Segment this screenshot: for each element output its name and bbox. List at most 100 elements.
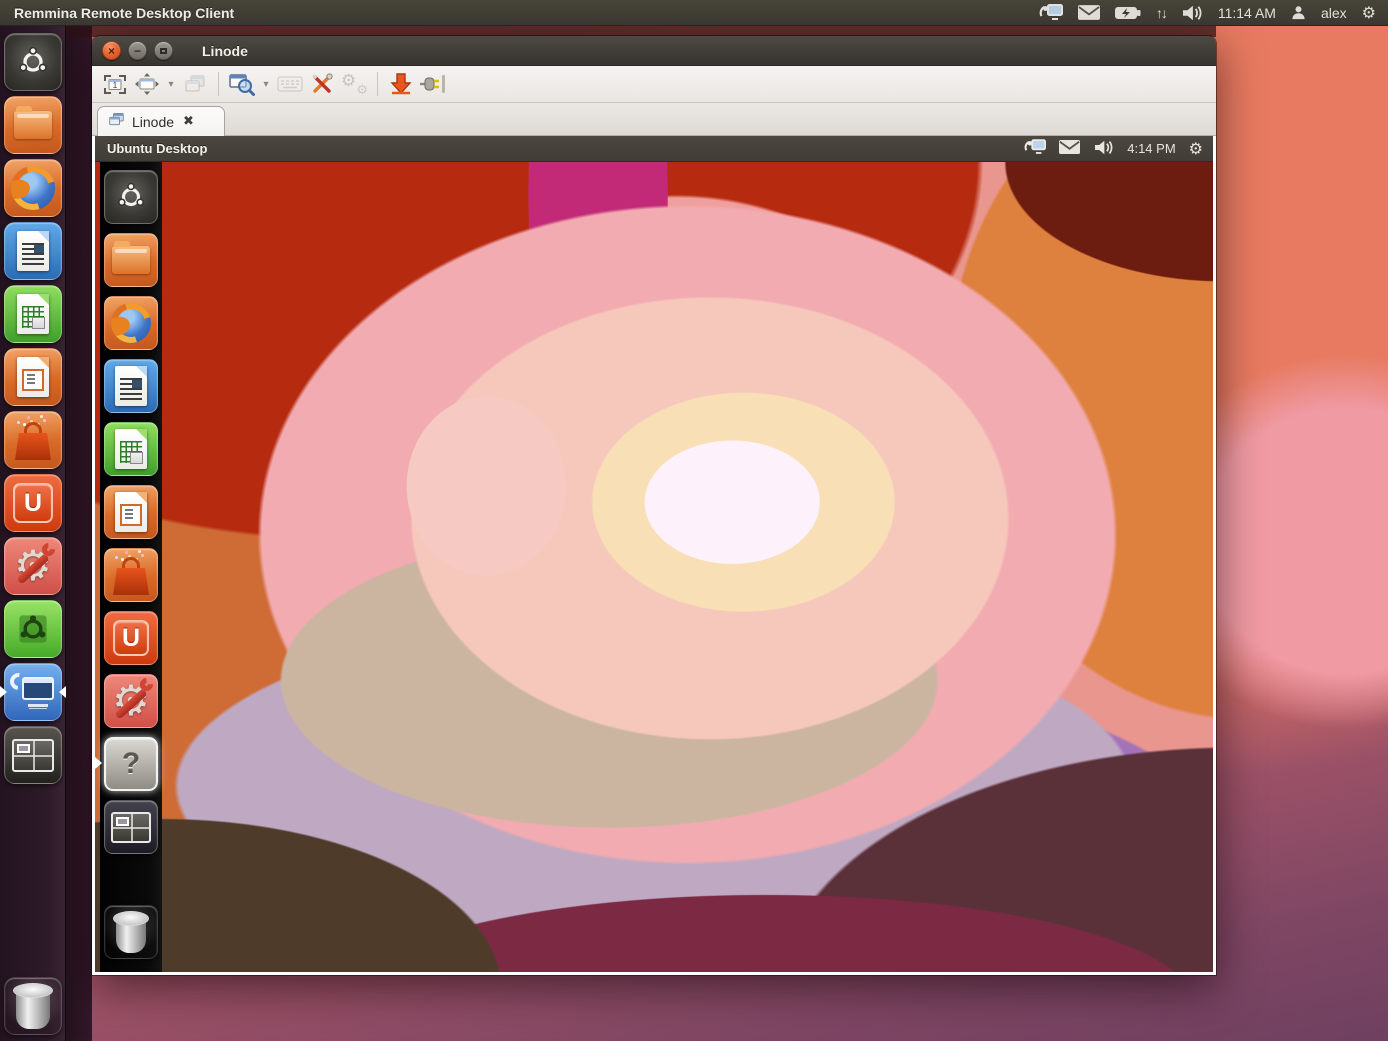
- host-clock[interactable]: 11:14 AM: [1218, 5, 1276, 21]
- window-close-button[interactable]: ×: [102, 41, 121, 60]
- session-gear-icon[interactable]: ⚙: [1189, 141, 1203, 157]
- remote-menubar: Ubuntu Desktop 4:14 PM ⚙: [95, 136, 1213, 162]
- host-username[interactable]: alex: [1321, 5, 1347, 21]
- shopping-bag-icon: [111, 553, 151, 597]
- remote-launcher-item-home[interactable]: [104, 233, 158, 287]
- tab-icon: [108, 112, 125, 132]
- remote-menubar-title: Ubuntu Desktop: [95, 141, 207, 156]
- session-gear-icon[interactable]: ⚙: [1362, 5, 1376, 21]
- shopping-bag-icon: [13, 418, 53, 462]
- fit-window-button[interactable]: [132, 70, 162, 98]
- host-indicator-tray: ↑↓ 11:14 AM alex ⚙: [1039, 4, 1388, 22]
- question-mark-icon: ?: [122, 747, 140, 781]
- launcher-item-trash[interactable]: [4, 977, 62, 1035]
- volume-icon[interactable]: [1181, 4, 1203, 22]
- tab-linode[interactable]: Linode ✖: [97, 106, 225, 136]
- remote-launcher-item-software-center[interactable]: [104, 548, 158, 602]
- remote-indicator-tray: 4:14 PM ⚙: [1024, 139, 1213, 159]
- folder-icon: [14, 111, 52, 139]
- gear-wrench-icon: ⚙: [107, 677, 155, 725]
- folder-icon: [112, 246, 150, 274]
- network-icon[interactable]: [1024, 139, 1046, 158]
- firefox-icon: [11, 166, 55, 210]
- impress-document-icon: [115, 492, 147, 532]
- launcher-item-writer[interactable]: [4, 222, 62, 280]
- grab-keyboard-button[interactable]: [275, 70, 305, 98]
- remote-clock[interactable]: 4:14 PM: [1127, 141, 1175, 156]
- switch-tabs-button[interactable]: [180, 70, 210, 98]
- remote-unity-launcher: U ⚙ ?: [100, 162, 162, 972]
- ubuntu-logo-icon: [17, 46, 49, 78]
- remote-launcher-item-ubuntu-one[interactable]: U: [104, 611, 158, 665]
- volume-icon[interactable]: [1093, 139, 1114, 159]
- ubuntu-one-icon: U: [13, 483, 53, 523]
- running-arrow-indicator: [0, 686, 7, 698]
- remmina-monitor-icon: [10, 671, 56, 713]
- launcher-item-impress[interactable]: [4, 348, 62, 406]
- remote-launcher-item-writer[interactable]: [104, 359, 158, 413]
- remmina-toolbar: 1 ▾ ▾ ⚙⚙: [92, 66, 1216, 103]
- remmina-window: × − Linode 1 ▾ ▾ ⚙⚙: [92, 36, 1216, 975]
- sync-arrows-icon[interactable]: ↑↓: [1156, 5, 1166, 21]
- window-minimize-button[interactable]: −: [128, 41, 147, 60]
- battery-icon[interactable]: [1115, 6, 1141, 20]
- toggle-fullscreen-button[interactable]: 1: [100, 70, 130, 98]
- launcher-item-dash[interactable]: [4, 33, 62, 91]
- remote-launcher-item-unknown-app[interactable]: ?: [104, 737, 158, 791]
- gear-wrench-icon: ⚙: [9, 542, 57, 590]
- launcher-item-ubuntu-one[interactable]: U: [4, 474, 62, 532]
- launcher-item-ubuntu-green-app[interactable]: [4, 600, 62, 658]
- remote-launcher-item-settings[interactable]: ⚙: [104, 674, 158, 728]
- remote-desktop-wallpaper[interactable]: [95, 162, 1213, 972]
- mail-icon[interactable]: [1059, 140, 1080, 157]
- workspace-grid-icon: [111, 812, 151, 843]
- fullscreen-digit: 1: [113, 81, 118, 90]
- calc-document-icon: [115, 429, 147, 469]
- firefox-icon: [111, 303, 151, 343]
- top-panel: Remmina Remote Desktop Client ↑↓ 11:14 A…: [0, 0, 1388, 26]
- impress-document-icon: [17, 357, 49, 397]
- ubuntu-one-icon: U: [113, 620, 149, 656]
- preferences-button[interactable]: [307, 70, 337, 98]
- remote-launcher-item-trash[interactable]: [104, 905, 158, 959]
- fit-window-dropdown[interactable]: ▾: [164, 70, 178, 98]
- mail-icon[interactable]: [1078, 5, 1100, 20]
- disconnect-button[interactable]: [418, 70, 448, 98]
- unity-launcher: U ⚙: [0, 26, 66, 1041]
- workspace-grid-icon: [12, 739, 54, 772]
- window-titlebar[interactable]: × − Linode: [92, 36, 1216, 66]
- remote-launcher-item-impress[interactable]: [104, 485, 158, 539]
- trash-icon: [14, 983, 52, 1029]
- remote-launcher-item-workspaces[interactable]: [104, 800, 158, 854]
- launcher-item-remmina[interactable]: [4, 663, 62, 721]
- window-title: Linode: [202, 43, 248, 59]
- launcher-item-firefox[interactable]: [4, 159, 62, 217]
- user-icon[interactable]: [1291, 5, 1306, 20]
- focused-arrow-indicator: [95, 757, 102, 769]
- tab-strip: Linode ✖: [92, 103, 1216, 136]
- screenshot-button[interactable]: [386, 70, 416, 98]
- focused-arrow-indicator: [59, 686, 66, 698]
- window-maximize-button[interactable]: [154, 41, 173, 60]
- calc-document-icon: [17, 294, 49, 334]
- launcher-item-software-center[interactable]: [4, 411, 62, 469]
- remote-launcher-item-calc[interactable]: [104, 422, 158, 476]
- tab-label: Linode: [132, 114, 174, 130]
- writer-document-icon: [17, 231, 49, 271]
- remote-launcher-item-firefox[interactable]: [104, 296, 158, 350]
- tools-button[interactable]: ⚙⚙: [339, 70, 369, 98]
- writer-document-icon: [115, 366, 147, 406]
- ubuntu-logo-icon: [116, 182, 146, 212]
- launcher-item-home[interactable]: [4, 96, 62, 154]
- scaled-mode-button[interactable]: [227, 70, 257, 98]
- tab-close-button[interactable]: ✖: [183, 114, 194, 129]
- scaled-mode-dropdown[interactable]: ▾: [259, 70, 273, 98]
- network-icon[interactable]: [1039, 4, 1063, 21]
- remote-session-viewport: Ubuntu Desktop 4:14 PM ⚙: [92, 136, 1216, 975]
- remote-launcher-item-dash[interactable]: [104, 170, 158, 224]
- launcher-item-calc[interactable]: [4, 285, 62, 343]
- toolbar-separator: [377, 72, 378, 96]
- launcher-item-settings[interactable]: ⚙: [4, 537, 62, 595]
- ubuntu-logo-green-icon: [16, 612, 50, 646]
- launcher-item-workspaces[interactable]: [4, 726, 62, 784]
